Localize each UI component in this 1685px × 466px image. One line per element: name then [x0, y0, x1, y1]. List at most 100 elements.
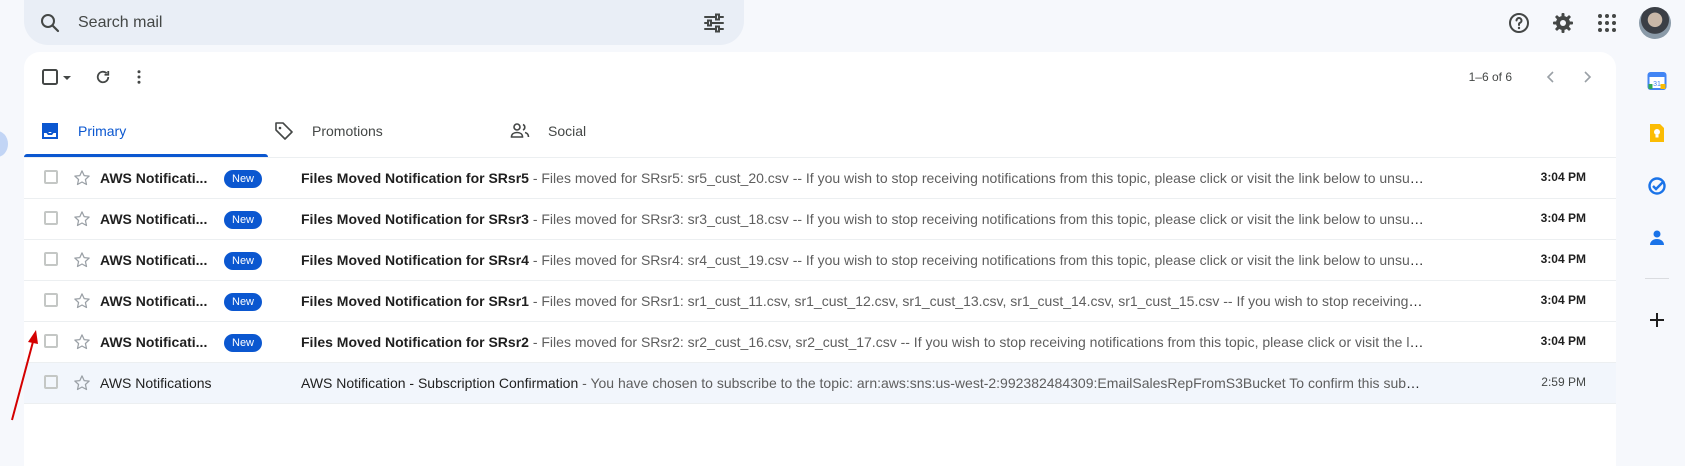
tab-label: Primary [78, 123, 127, 139]
sender-name: AWS Notificati... [100, 211, 208, 227]
new-badge: New [224, 334, 263, 352]
subject: Files Moved Notification for SRsr4 [301, 252, 529, 268]
timestamp: 2:59 PM [1541, 375, 1586, 389]
sender-name: AWS Notificati... [100, 252, 208, 268]
subject: Files Moved Notification for SRsr2 [301, 334, 529, 350]
email-content: AWS Notification - Subscription Confirma… [301, 375, 1426, 391]
star-icon[interactable] [72, 209, 92, 229]
timestamp: 3:04 PM [1540, 211, 1586, 225]
email-list: AWS Notificati... New Files Moved Notifi… [24, 157, 1616, 404]
search-options-icon[interactable] [702, 11, 726, 35]
star-icon[interactable] [72, 168, 92, 188]
timestamp: 3:04 PM [1540, 334, 1586, 348]
snippet: - Files moved for SRsr2: sr2_cust_16.csv… [528, 334, 1426, 350]
list-toolbar: 1–6 of 6 [24, 52, 1616, 102]
new-badge: New [224, 252, 263, 270]
snippet: - Files moved for SRsr3: sr3_cust_18.csv… [528, 211, 1426, 227]
snippet: - Files moved for SRsr5: sr5_cust_20.csv… [528, 170, 1426, 186]
tab-label: Promotions [312, 123, 383, 139]
table-row[interactable]: AWS Notificati... New Files Moved Notifi… [24, 239, 1616, 280]
settings-gear-icon[interactable] [1551, 11, 1575, 35]
table-row[interactable]: AWS Notifications AWS Notification - Sub… [24, 362, 1616, 404]
row-checkbox[interactable] [44, 252, 58, 266]
calendar-icon[interactable]: 31 [1647, 71, 1667, 91]
subject-text: Files Moved Notification for [301, 170, 489, 186]
timestamp: 3:04 PM [1540, 293, 1586, 307]
calendar-day: 31 [1653, 81, 1661, 88]
category-tabs: Primary Promotions Social [24, 105, 1616, 157]
new-badge: New [224, 211, 263, 229]
subject-text: Files Moved Notification for [301, 334, 489, 350]
subject-highlight: SRsr2 [488, 334, 529, 350]
subject-text: Files Moved Notification for [301, 211, 489, 227]
search-bar[interactable]: Search mail [24, 0, 744, 45]
keep-icon[interactable] [1647, 123, 1667, 143]
sender-name: AWS Notificati... [100, 293, 208, 309]
table-row[interactable]: AWS Notificati... New Files Moved Notifi… [24, 321, 1616, 362]
help-icon[interactable] [1507, 11, 1531, 35]
email-content: Files Moved Notification for SRsr2 - Fil… [301, 334, 1426, 350]
snippet: - You have chosen to subscribe to the to… [578, 375, 1426, 391]
star-icon[interactable] [72, 332, 92, 352]
timestamp: 3:04 PM [1540, 252, 1586, 266]
star-icon[interactable] [72, 291, 92, 311]
apps-grid-icon[interactable] [1595, 11, 1619, 35]
tab-social[interactable]: Social [494, 105, 738, 157]
page-count: 1–6 of 6 [1468, 70, 1512, 84]
tab-primary[interactable]: Primary [24, 105, 268, 157]
subject-text: Files Moved Notification for [301, 293, 489, 309]
annotation-arrow [11, 330, 38, 421]
sender-name: AWS Notificati... [100, 170, 208, 186]
rail-divider [1645, 278, 1669, 279]
account-avatar[interactable] [1639, 6, 1671, 39]
more-vert-icon[interactable] [130, 68, 148, 86]
table-row[interactable]: AWS Notificati... New Files Moved Notifi… [24, 157, 1616, 198]
side-panel-rail: 31 [1629, 52, 1685, 466]
sender-name: AWS Notificati... [100, 334, 208, 350]
row-checkbox[interactable] [44, 211, 58, 225]
tasks-icon[interactable] [1647, 176, 1667, 196]
new-badge: New [224, 293, 263, 311]
email-content: Files Moved Notification for SRsr3 - Fil… [301, 211, 1426, 227]
row-checkbox[interactable] [44, 293, 58, 307]
tag-icon [275, 122, 293, 140]
subject-text: Files Moved Notification for [301, 252, 489, 268]
email-content: Files Moved Notification for SRsr4 - Fil… [301, 252, 1426, 268]
new-badge: New [224, 170, 263, 188]
snippet: - Files moved for SRsr1: sr1_cust_11.csv… [528, 293, 1426, 309]
contacts-icon[interactable] [1647, 228, 1667, 248]
subject-highlight: SRsr1 [488, 293, 529, 309]
refresh-icon[interactable] [94, 68, 112, 86]
add-icon[interactable] [1647, 310, 1667, 330]
inbox-icon [42, 123, 58, 139]
timestamp: 3:04 PM [1540, 170, 1586, 184]
snippet: - Files moved for SRsr4: sr4_cust_19.csv… [528, 252, 1426, 268]
subject-highlight: SRsr3 [488, 211, 529, 227]
email-content: Files Moved Notification for SRsr5 - Fil… [301, 170, 1426, 186]
sender-name: AWS Notifications [100, 375, 212, 391]
chevron-right-icon[interactable] [1580, 70, 1594, 84]
table-row[interactable]: AWS Notificati... New Files Moved Notifi… [24, 280, 1616, 321]
chevron-left-icon[interactable] [1544, 70, 1558, 84]
email-content: Files Moved Notification for SRsr1 - Fil… [301, 293, 1426, 309]
subject-highlight: SRsr4 [488, 252, 529, 268]
table-row[interactable]: AWS Notificati... New Files Moved Notifi… [24, 198, 1616, 239]
mail-panel: 1–6 of 6 Primary Promotions Social AWS N… [24, 52, 1616, 466]
tab-label: Social [548, 123, 587, 139]
subject: AWS Notification - Subscription Confirma… [301, 375, 579, 391]
subject: Files Moved Notification for SRsr3 [301, 211, 529, 227]
star-icon[interactable] [72, 373, 92, 393]
chevron-down-icon[interactable] [60, 71, 74, 85]
compose-edge[interactable] [0, 131, 8, 157]
subject: Files Moved Notification for SRsr1 [301, 293, 529, 309]
search-icon[interactable] [38, 11, 62, 35]
subject: Files Moved Notification for SRsr5 [301, 170, 529, 186]
select-all-checkbox[interactable] [42, 69, 58, 85]
subject-highlight: SRsr5 [488, 170, 529, 186]
search-input[interactable]: Search mail [78, 14, 702, 32]
header-actions [1487, 0, 1685, 45]
tab-promotions[interactable]: Promotions [258, 105, 502, 157]
row-checkbox[interactable] [44, 170, 58, 184]
people-icon [510, 123, 530, 138]
star-icon[interactable] [72, 250, 92, 270]
